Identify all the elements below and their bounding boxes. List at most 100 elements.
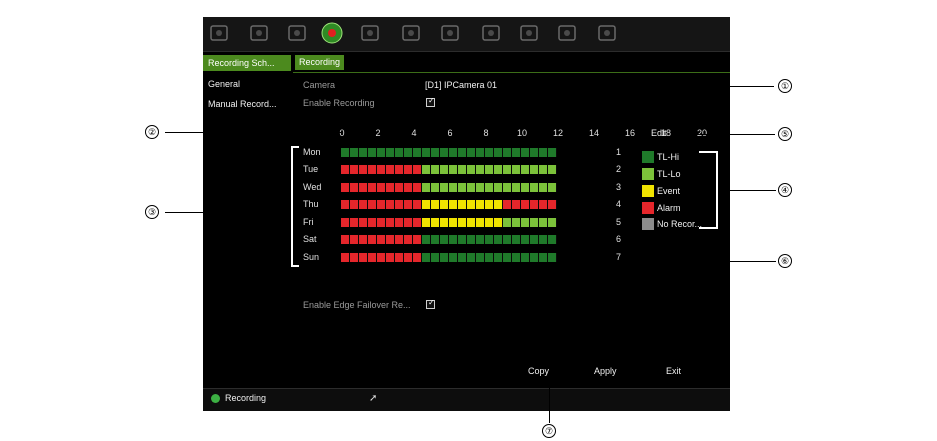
- schedule-cell[interactable]: [422, 200, 431, 209]
- schedule-cell[interactable]: [431, 235, 440, 244]
- schedule-cell[interactable]: [530, 218, 539, 227]
- maintenance-icon[interactable]: [556, 22, 578, 44]
- schedule-cell[interactable]: [350, 253, 359, 262]
- schedule-cell[interactable]: [521, 253, 530, 262]
- schedule-cell[interactable]: [458, 235, 467, 244]
- schedule-cell[interactable]: [458, 165, 467, 174]
- schedule-cell[interactable]: [359, 148, 368, 157]
- schedule-cell[interactable]: [350, 218, 359, 227]
- edge-failover-checkbox[interactable]: ✓: [426, 298, 435, 309]
- schedule-cell[interactable]: [449, 183, 458, 192]
- apply-button[interactable]: Apply: [594, 366, 617, 376]
- schedule-cell[interactable]: [548, 253, 557, 262]
- schedule-cell[interactable]: [503, 183, 512, 192]
- schedule-cell[interactable]: [413, 183, 422, 192]
- schedule-cell[interactable]: [350, 200, 359, 209]
- schedule-cell[interactable]: [377, 235, 386, 244]
- schedule-cell[interactable]: [350, 235, 359, 244]
- schedule-cell[interactable]: [485, 165, 494, 174]
- schedule-cell[interactable]: [395, 218, 404, 227]
- schedule-cell[interactable]: [413, 200, 422, 209]
- schedule-cell[interactable]: [386, 235, 395, 244]
- schedule-cell[interactable]: [476, 253, 485, 262]
- camera-icon[interactable]: [248, 22, 270, 44]
- schedule-cell[interactable]: [341, 253, 350, 262]
- schedule-cell[interactable]: [521, 183, 530, 192]
- schedule-cell[interactable]: [548, 235, 557, 244]
- schedule-cell[interactable]: [476, 165, 485, 174]
- hdd-icon[interactable]: [400, 22, 422, 44]
- schedule-cell[interactable]: [494, 235, 503, 244]
- schedule-cell[interactable]: [404, 235, 413, 244]
- schedule-cell[interactable]: [341, 200, 350, 209]
- schedule-cell[interactable]: [341, 235, 350, 244]
- schedule-cell[interactable]: [440, 148, 449, 157]
- schedule-cell[interactable]: [368, 148, 377, 157]
- schedule-cell[interactable]: [368, 218, 377, 227]
- schedule-cell[interactable]: [458, 253, 467, 262]
- schedule-cell[interactable]: [467, 235, 476, 244]
- schedule-cell[interactable]: [440, 200, 449, 209]
- schedule-cell[interactable]: [341, 148, 350, 157]
- schedule-cell[interactable]: [539, 200, 548, 209]
- schedule-cell[interactable]: [431, 200, 440, 209]
- schedule-cell[interactable]: [503, 165, 512, 174]
- sidebar-item-manual-record[interactable]: Manual Record...: [203, 96, 291, 112]
- schedule-cell[interactable]: [449, 218, 458, 227]
- schedule-cell[interactable]: [548, 200, 557, 209]
- schedule-cell[interactable]: [395, 183, 404, 192]
- schedule-cell[interactable]: [548, 183, 557, 192]
- schedule-cell[interactable]: [413, 148, 422, 157]
- schedule-cell[interactable]: [341, 218, 350, 227]
- schedule-cell[interactable]: [503, 235, 512, 244]
- legend-swatch-n[interactable]: [642, 218, 654, 230]
- schedule-cell[interactable]: [530, 183, 539, 192]
- schedule-cell[interactable]: [476, 235, 485, 244]
- schedule-cell[interactable]: [512, 148, 521, 157]
- schedule-cell[interactable]: [404, 165, 413, 174]
- schedule-cell[interactable]: [368, 235, 377, 244]
- schedule-cell[interactable]: [368, 253, 377, 262]
- schedule-cell[interactable]: [548, 165, 557, 174]
- schedule-cell[interactable]: [440, 165, 449, 174]
- exit-button[interactable]: Exit: [666, 366, 681, 376]
- schedule-cell[interactable]: [458, 200, 467, 209]
- schedule-cell[interactable]: [512, 165, 521, 174]
- network-icon[interactable]: [286, 22, 308, 44]
- schedule-cell[interactable]: [440, 253, 449, 262]
- enable-recording-checkbox[interactable]: ✓: [426, 96, 435, 107]
- schedule-cell[interactable]: [395, 148, 404, 157]
- schedule-cell[interactable]: [341, 165, 350, 174]
- schedule-cell[interactable]: [350, 148, 359, 157]
- schedule-cell[interactable]: [485, 148, 494, 157]
- schedule-cell[interactable]: [368, 165, 377, 174]
- sidebar-item-general[interactable]: General: [203, 76, 291, 92]
- schedule-cell[interactable]: [377, 253, 386, 262]
- schedule-cell[interactable]: [521, 235, 530, 244]
- schedule-cell[interactable]: [404, 183, 413, 192]
- schedule-cell[interactable]: [476, 148, 485, 157]
- schedule-cell[interactable]: [359, 200, 368, 209]
- schedule-cell[interactable]: [539, 235, 548, 244]
- schedule-cell[interactable]: [377, 148, 386, 157]
- schedule-cell[interactable]: [467, 165, 476, 174]
- schedule-cell[interactable]: [386, 218, 395, 227]
- recording-icon[interactable]: [321, 22, 343, 44]
- schedule-cell[interactable]: [386, 148, 395, 157]
- schedule-cell[interactable]: [422, 148, 431, 157]
- schedule-cell[interactable]: [503, 253, 512, 262]
- schedule-cell[interactable]: [458, 183, 467, 192]
- schedule-cell[interactable]: [485, 235, 494, 244]
- schedule-cell[interactable]: [404, 253, 413, 262]
- legend-swatch-l[interactable]: [642, 168, 654, 180]
- edit-button[interactable]: Edit: [651, 128, 667, 138]
- schedule-cell[interactable]: [368, 200, 377, 209]
- schedule-cell[interactable]: [539, 165, 548, 174]
- schedule-cell[interactable]: [512, 253, 521, 262]
- schedule-cell[interactable]: [467, 148, 476, 157]
- schedule-cell[interactable]: [512, 183, 521, 192]
- camera-select[interactable]: [D1] IPCamera 01: [425, 80, 497, 90]
- schedule-cell[interactable]: [341, 183, 350, 192]
- tab-recording[interactable]: Recording: [295, 55, 345, 70]
- schedule-cell[interactable]: [422, 218, 431, 227]
